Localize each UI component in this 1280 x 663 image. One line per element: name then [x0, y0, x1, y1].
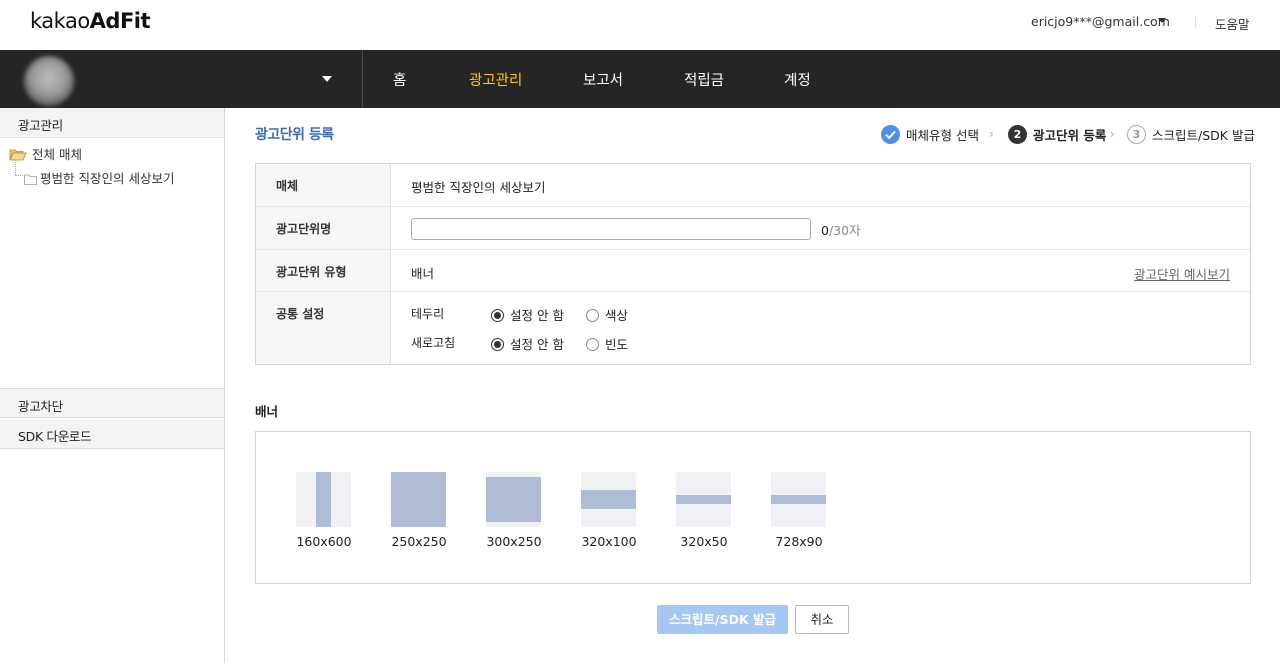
ad-unit-form: 매체 평범한 직장인의 세상보기 광고단위명 0/30자 광고단위 유형 배너 …: [255, 163, 1251, 365]
tree-root-label: 전체 매체: [32, 147, 82, 162]
banner-size-list: 160x600 250x250 300x250 320x100 320x50 7…: [255, 431, 1251, 584]
cancel-button[interactable]: 취소: [795, 605, 849, 634]
tree-connector: [15, 160, 16, 175]
radio-checked-icon: [491, 338, 504, 351]
step-2-number: 2: [1008, 125, 1027, 144]
tree-child-label: 평범한 직장인의 세상보기: [40, 171, 175, 186]
media-select-caret-icon[interactable]: [322, 76, 332, 82]
unit-type-label: 광고단위 유형: [276, 265, 347, 279]
top-header: kakaoAdFit ericjo9***@gmail.com 도움말: [0, 0, 1280, 50]
tree-connector: [15, 175, 23, 176]
banner-size-728x90[interactable]: 728x90: [771, 472, 827, 549]
step-2-label: 광고단위 등록: [1033, 128, 1107, 143]
refresh-option-frequency[interactable]: 빈도: [586, 334, 628, 353]
banner-size-label: 320x50: [680, 534, 728, 549]
chevron-right-icon: ›: [1110, 127, 1115, 141]
radio-checked-icon: [491, 309, 504, 322]
issue-script-sdk-button[interactable]: 스크립트/SDK 발급: [657, 605, 788, 634]
user-email-menu[interactable]: ericjo9***@gmail.com: [1031, 14, 1170, 29]
kakao-adfit-logo[interactable]: kakaoAdFit: [30, 9, 151, 33]
sidebar-section-sdk-download[interactable]: SDK 다운로드: [0, 419, 224, 449]
media-avatar[interactable]: [24, 56, 74, 106]
step-2: 2 광고단위 등록: [1008, 125, 1106, 144]
banner-size-label: 160x600: [296, 534, 352, 549]
banner-size-320x50[interactable]: 320x50: [676, 472, 732, 549]
banner-size-250x250[interactable]: 250x250: [391, 472, 447, 549]
nav-item-account[interactable]: 계정: [784, 69, 811, 90]
page-title: 광고단위 등록: [255, 127, 334, 143]
banner-thumb: [391, 472, 446, 527]
banner-size-label: 300x250: [486, 534, 542, 549]
border-label: 테두리: [411, 307, 445, 321]
sidebar: 광고관리 전체 매체 평범한 직장인의 세상보기 광고차단 SDK 다운로드: [0, 108, 225, 663]
media-value: 평범한 직장인의 세상보기: [411, 180, 546, 195]
header-divider: [1195, 16, 1196, 28]
border-option-color-label: 색상: [605, 308, 629, 323]
step-1: 매체유형 선택: [881, 125, 979, 144]
refresh-label: 새로고침: [411, 336, 456, 350]
banner-thumb: [581, 472, 636, 527]
banner-size-300x250[interactable]: 300x250: [486, 472, 542, 549]
tree-item-media[interactable]: 평범한 직장인의 세상보기: [24, 168, 174, 187]
banner-size-label: 728x90: [775, 534, 823, 549]
banner-thumb: [771, 472, 826, 527]
radio-unchecked-icon: [586, 338, 599, 351]
border-option-none[interactable]: 설정 안 함: [491, 305, 564, 324]
nav-divider: [362, 50, 363, 108]
common-settings-label: 공통 설정: [276, 307, 325, 321]
banner-size-label: 250x250: [391, 534, 447, 549]
check-icon: [881, 125, 900, 144]
row-divider: [256, 291, 1250, 292]
logo-text-adfit: AdFit: [89, 9, 151, 33]
char-count-value: 0: [821, 223, 829, 238]
unit-type-value: 배너: [411, 266, 435, 281]
chevron-right-icon: ›: [989, 127, 994, 141]
banner-thumb: [296, 472, 351, 527]
banner-thumb: [486, 472, 541, 527]
folder-icon: [24, 174, 37, 185]
step-3: 3 스크립트/SDK 발급: [1127, 125, 1255, 144]
nav-item-credits[interactable]: 적립금: [684, 69, 724, 90]
sidebar-section-ad-block[interactable]: 광고차단: [0, 388, 224, 418]
step-1-label: 매체유형 선택: [906, 128, 979, 143]
banner-thumb: [676, 472, 731, 527]
caret-down-icon[interactable]: [1158, 18, 1166, 23]
media-label: 매체: [276, 179, 299, 193]
step-3-number: 3: [1127, 125, 1146, 144]
border-option-none-label: 설정 안 함: [510, 308, 564, 323]
nav-item-reports[interactable]: 보고서: [583, 69, 623, 90]
help-link[interactable]: 도움말: [1215, 14, 1250, 33]
main-navbar: [0, 50, 1280, 108]
row-divider: [256, 249, 1250, 250]
tree-item-all-media[interactable]: 전체 매체: [9, 144, 82, 163]
row-divider: [256, 206, 1250, 207]
nav-item-home[interactable]: 홈: [393, 69, 406, 90]
refresh-option-frequency-label: 빈도: [605, 337, 629, 352]
banner-heading: 배너: [255, 404, 279, 419]
nav-item-ad-management[interactable]: 광고관리: [469, 69, 522, 90]
banner-size-160x600[interactable]: 160x600: [296, 472, 352, 549]
banner-size-320x100[interactable]: 320x100: [581, 472, 637, 549]
char-count-max: /30자: [828, 223, 861, 238]
step-3-label: 스크립트/SDK 발급: [1152, 128, 1255, 143]
radio-unchecked-icon: [586, 309, 599, 322]
border-option-color[interactable]: 색상: [586, 305, 628, 324]
unit-name-label: 광고단위명: [276, 222, 332, 236]
unit-name-input[interactable]: [411, 218, 811, 240]
char-counter: 0/30자: [821, 220, 861, 239]
sidebar-section-ad-management[interactable]: 광고관리: [0, 108, 224, 138]
unit-preview-link[interactable]: 광고단위 예시보기: [1134, 264, 1230, 283]
folder-open-icon: [9, 149, 27, 161]
logo-text-kakao: kakao: [30, 9, 90, 33]
banner-size-label: 320x100: [581, 534, 637, 549]
refresh-option-none[interactable]: 설정 안 함: [491, 334, 564, 353]
refresh-option-none-label: 설정 안 함: [510, 337, 564, 352]
